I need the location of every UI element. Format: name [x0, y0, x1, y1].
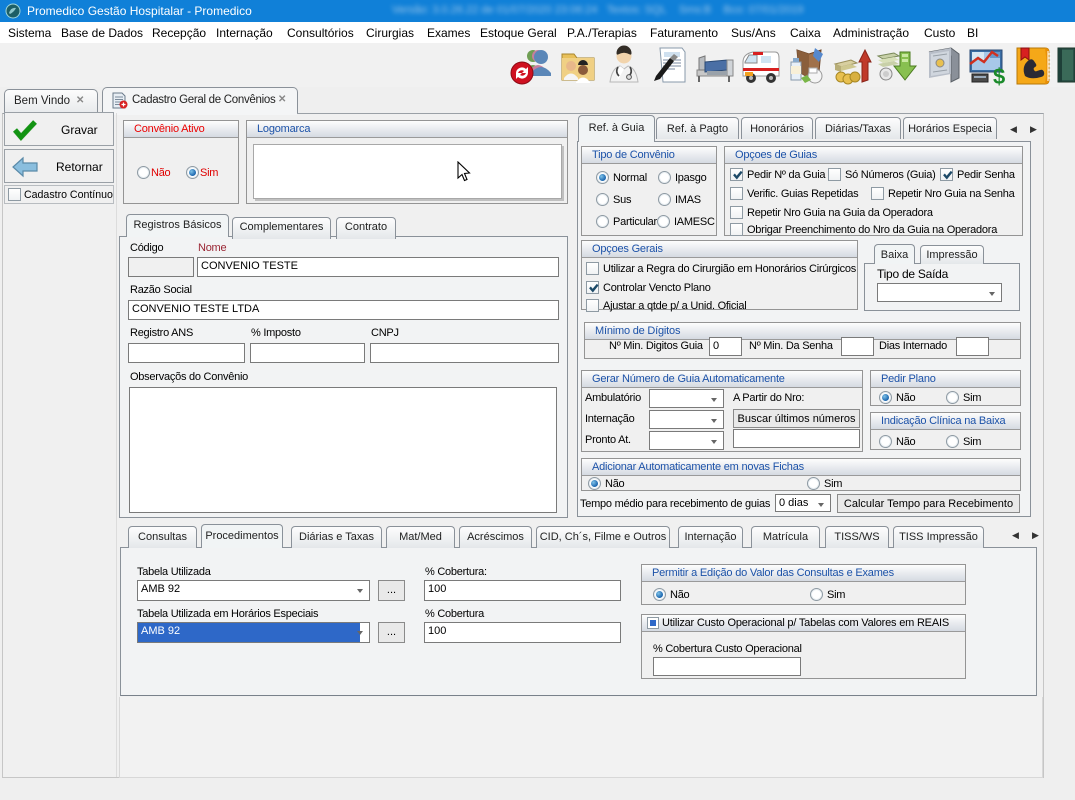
svg-text:$: $	[993, 64, 1005, 86]
